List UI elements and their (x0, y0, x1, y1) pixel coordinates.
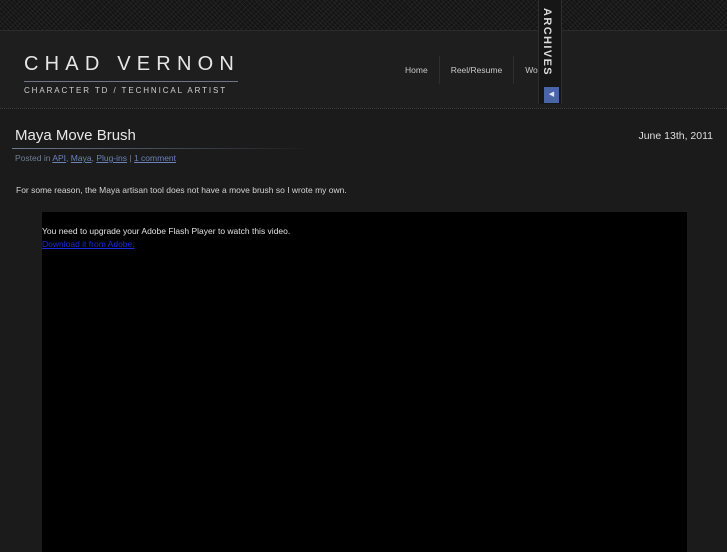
flash-video-player[interactable]: You need to upgrade your Adobe Flash Pla… (42, 212, 687, 552)
post-title[interactable]: Maya Move Brush (15, 127, 136, 144)
site-logo[interactable]: CHAD VERNON CHARACTER TD / TECHNICAL ART… (24, 53, 240, 95)
archives-label: ARCHIVES (541, 8, 553, 77)
nav-home[interactable]: Home (394, 56, 440, 84)
top-noise-band (0, 0, 727, 30)
category-link-api[interactable]: API (52, 153, 66, 163)
logo-divider (24, 81, 238, 82)
archives-tab[interactable]: ARCHIVES ◀ (538, 0, 562, 104)
site-header: CHAD VERNON CHARACTER TD / TECHNICAL ART… (0, 30, 727, 109)
meta-prefix: Posted in (15, 153, 53, 163)
adobe-download-link[interactable]: Download it from Adobe. (42, 239, 135, 249)
comments-link[interactable]: 1 comment (134, 153, 176, 163)
arrow-left-icon[interactable]: ◀ (544, 87, 559, 103)
title-divider (12, 148, 312, 149)
post-meta: Posted in API, Maya, Plug-ins | 1 commen… (15, 153, 176, 163)
category-link-plugins[interactable]: Plug-ins (96, 153, 127, 163)
flash-upgrade-message: You need to upgrade your Adobe Flash Pla… (42, 226, 291, 236)
main-nav: Home Reel/Resume Wor (394, 56, 541, 84)
post-date: June 13th, 2011 (638, 130, 713, 142)
site-tagline: CHARACTER TD / TECHNICAL ARTIST (24, 86, 228, 95)
post-body-text: For some reason, the Maya artisan tool d… (16, 185, 347, 195)
category-link-maya[interactable]: Maya (71, 153, 92, 163)
site-name: CHAD VERNON (24, 53, 240, 75)
meta-pipe: | (127, 153, 134, 163)
nav-reel-resume[interactable]: Reel/Resume (440, 56, 515, 84)
